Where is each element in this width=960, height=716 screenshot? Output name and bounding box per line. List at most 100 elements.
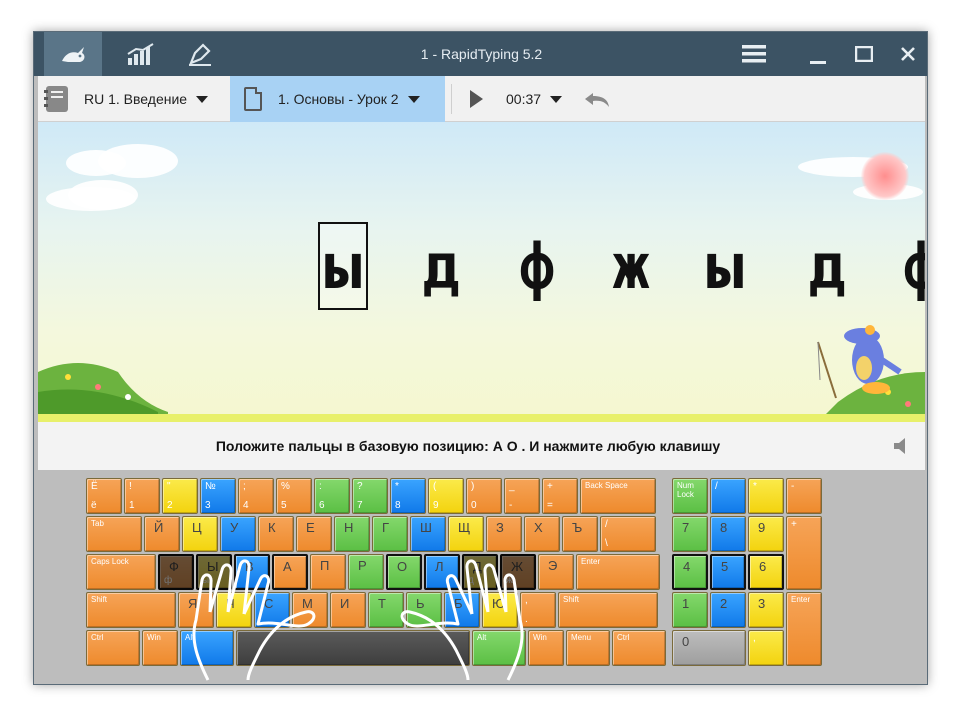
key--[interactable]: % 5 — [276, 478, 312, 514]
key-6[interactable]: 6 — [748, 554, 784, 590]
key-к[interactable]: К — [258, 516, 294, 552]
editor-icon[interactable] — [172, 32, 226, 76]
exercise-letter: ы — [706, 229, 744, 303]
key-з[interactable]: З — [486, 516, 522, 552]
close-icon[interactable] — [886, 36, 927, 72]
key--[interactable]: " 2 — [162, 478, 198, 514]
key--[interactable]: - — [786, 478, 822, 514]
key-num-lock[interactable]: Num Lock — [672, 478, 708, 514]
key-ctrl[interactable]: Ctrl — [612, 630, 666, 666]
lesson-selector[interactable]: 1. Основы - Урок 2 — [230, 76, 445, 122]
key--[interactable]: * — [748, 478, 784, 514]
key-8[interactable]: 8 — [710, 516, 746, 552]
key-0[interactable]: 0 — [672, 630, 746, 666]
maximize-icon[interactable] — [842, 36, 886, 72]
key--[interactable]: / — [710, 478, 746, 514]
key-enter[interactable]: Enter — [576, 554, 660, 590]
key-2[interactable]: 2 — [710, 592, 746, 628]
key-main-label: 4 — [683, 559, 691, 574]
key-х[interactable]: Х — [524, 516, 560, 552]
key-top-label: : — [319, 481, 322, 492]
key-top-label: ) — [471, 481, 475, 492]
mascot-crocodile — [817, 325, 902, 399]
key-ц[interactable]: Ц — [182, 516, 218, 552]
key--[interactable]: _ - — [504, 478, 540, 514]
lesson-label: 1. Основы - Урок 2 — [278, 91, 399, 107]
key-shift[interactable]: Shift — [86, 592, 176, 628]
key-bottom-label: 3 — [205, 500, 211, 511]
key-top-label: Win — [147, 633, 161, 642]
key-ъ[interactable]: Ъ — [562, 516, 598, 552]
key-3[interactable]: 3 — [748, 592, 784, 628]
key-7[interactable]: 7 — [672, 516, 708, 552]
key--[interactable]: ! 1 — [124, 478, 160, 514]
key-1[interactable]: 1 — [672, 592, 708, 628]
key--[interactable]: :6 — [314, 478, 350, 514]
key-caps-lock[interactable]: Caps Lock — [86, 554, 156, 590]
key-main-label: 6 — [759, 559, 767, 574]
timer-selector[interactable]: 00:37 — [506, 76, 576, 122]
key-4[interactable]: 4 — [672, 554, 708, 590]
key-menu[interactable]: Menu — [566, 630, 610, 666]
key--[interactable]: / \ — [600, 516, 656, 552]
chevron-down-icon — [407, 95, 420, 103]
key--[interactable]: + = — [542, 478, 578, 514]
key-top-label: _ — [509, 481, 515, 492]
key-enter[interactable]: Enter — [786, 592, 822, 666]
key-top-label: ? — [357, 481, 363, 492]
key-й[interactable]: Й — [144, 516, 180, 552]
document-icon — [244, 87, 262, 111]
key--[interactable]: ) 0 — [466, 478, 502, 514]
divider — [451, 84, 452, 114]
key-г[interactable]: Г — [372, 516, 408, 552]
sun — [861, 152, 909, 200]
rabbit-icon[interactable] — [44, 32, 102, 76]
key-top-label: Ctrl — [91, 633, 104, 642]
statistics-icon[interactable] — [114, 32, 168, 76]
key-5[interactable]: 5 — [710, 554, 746, 590]
cloud — [68, 180, 138, 210]
key-main-label: Э — [548, 558, 558, 573]
key-main-label: З — [496, 520, 504, 535]
key-tab[interactable]: Tab — [86, 516, 142, 552]
key-shift[interactable]: Shift — [558, 592, 658, 628]
key-е[interactable]: Е — [296, 516, 332, 552]
exercise-letter: ф — [896, 222, 925, 310]
key-top-label: Enter — [581, 557, 601, 566]
key--[interactable]: (9 — [428, 478, 464, 514]
key-bottom-label: \ — [605, 538, 608, 549]
key-main-label: Г — [382, 520, 390, 535]
key-bottom-label: - — [509, 500, 513, 511]
key-bottom-label: 1 — [129, 500, 135, 511]
key-bottom-label: = — [547, 500, 553, 511]
key--[interactable]: + — [786, 516, 822, 590]
undo-icon[interactable] — [583, 76, 613, 122]
key-back-space[interactable]: Back Space — [580, 478, 656, 514]
window-title: 1 - RapidTyping 5.2 — [420, 46, 543, 62]
menu-icon[interactable] — [732, 36, 776, 72]
key-top-label: Shift — [91, 595, 108, 604]
key--[interactable]: ; 4 — [238, 478, 274, 514]
key-9[interactable]: 9 — [748, 516, 784, 552]
key--[interactable]: * 8 — [390, 478, 426, 514]
speaker-icon[interactable] — [892, 436, 912, 461]
key-main-label: Ш — [420, 520, 432, 535]
key-щ[interactable]: Щ — [448, 516, 484, 552]
key--[interactable]: № 3 — [200, 478, 236, 514]
key-ш[interactable]: Ш — [410, 516, 446, 552]
key-bottom-label: 2 — [167, 500, 173, 511]
key-main-label: 2 — [720, 596, 728, 611]
key-main-label: Ц — [192, 520, 202, 535]
key-main-label: 1 — [682, 596, 690, 611]
play-icon[interactable] — [468, 76, 490, 122]
key-н[interactable]: Н — [334, 516, 370, 552]
key-top-label: № — [205, 481, 216, 492]
key--[interactable]: ? 7 — [352, 478, 388, 514]
key-ё[interactable]: Ёё — [86, 478, 122, 514]
course-label: RU 1. Введение — [84, 91, 188, 107]
key-у[interactable]: У — [220, 516, 256, 552]
key--[interactable]: , — [748, 630, 784, 666]
minimize-icon[interactable] — [796, 38, 840, 74]
course-selector[interactable]: RU 1. Введение — [44, 76, 226, 122]
key-ctrl[interactable]: Ctrl — [86, 630, 140, 666]
